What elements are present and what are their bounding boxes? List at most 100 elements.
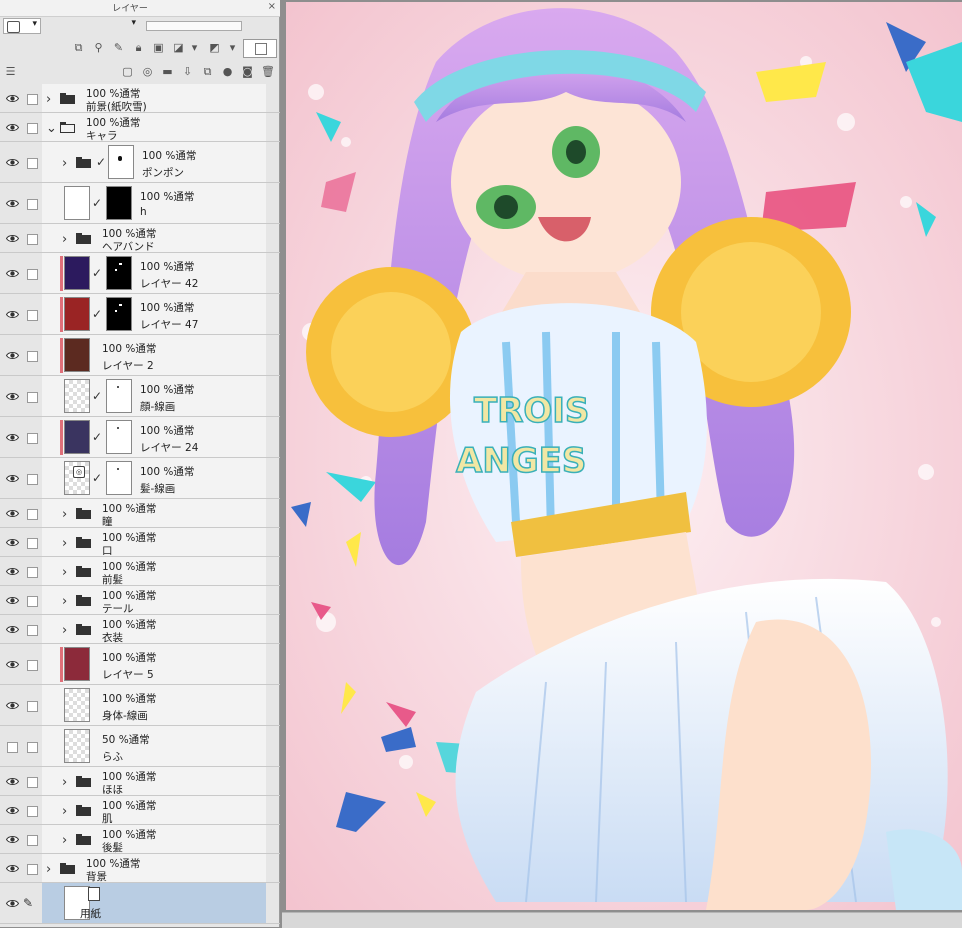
canvas[interactable]: TROIS ANGES [286, 2, 962, 910]
mask-thumbnail[interactable] [106, 297, 132, 331]
layer-row[interactable]: › 100 %通常肌 [0, 796, 280, 825]
panel-titlebar[interactable]: レイヤー × [0, 0, 280, 17]
eye-icon[interactable] [6, 538, 19, 547]
eye-icon[interactable] [6, 94, 19, 103]
blend-mode-dropdown[interactable]: ▾ [3, 18, 41, 34]
edit-target-checkbox[interactable] [27, 392, 38, 403]
eye-icon[interactable] [6, 835, 19, 844]
layer-row[interactable]: 100 %通常 身体-線画 [0, 685, 280, 726]
layer-row[interactable]: › 100 %通常口 [0, 528, 280, 557]
layer-thumbnail[interactable] [64, 186, 90, 220]
chevron-down-icon[interactable]: ▾ [188, 41, 201, 54]
mode-select[interactable]: ▾ [44, 18, 140, 34]
visibility-toggle[interactable] [7, 742, 18, 753]
chevron-down-icon[interactable]: ▾ [226, 41, 239, 54]
eye-icon[interactable] [6, 351, 19, 360]
layer-row[interactable]: › 100 %通常 背景 [0, 854, 280, 883]
edit-target-checkbox[interactable] [27, 864, 38, 875]
clip-icon[interactable]: ⧉ [72, 41, 85, 54]
opacity-slider[interactable] [146, 21, 242, 31]
eye-icon[interactable] [6, 269, 19, 278]
layer-row[interactable]: › 100 %通常 衣装 [0, 615, 280, 644]
chevron-right-icon[interactable]: › [62, 594, 67, 609]
eye-icon[interactable] [6, 123, 19, 132]
layer-row[interactable]: › 100 %通常 後髪 [0, 825, 280, 854]
edit-target-checkbox[interactable] [27, 94, 38, 105]
eye-icon[interactable] [6, 158, 19, 167]
eye-icon[interactable] [6, 474, 19, 483]
lock-icon[interactable]: 🔒︎ [132, 41, 145, 54]
layer-row[interactable]: ⌄ 100 %通常 キャラ [0, 113, 280, 142]
chevron-right-icon[interactable]: › [62, 156, 67, 171]
layer-row[interactable]: › 100 %通常 テール [0, 586, 280, 615]
panel-menu-icon[interactable]: ☰ [4, 65, 17, 78]
canvas-area[interactable]: TROIS ANGES [282, 0, 962, 927]
edit-target-checkbox[interactable] [27, 625, 38, 636]
eye-icon[interactable] [6, 625, 19, 634]
eye-icon[interactable] [6, 310, 19, 319]
transfer-down-icon[interactable]: ⇩ [181, 65, 194, 78]
edit-target-checkbox[interactable] [27, 835, 38, 846]
mask-thumbnail[interactable] [106, 461, 132, 495]
layer-thumbnail[interactable] [64, 729, 90, 763]
eye-icon[interactable] [6, 509, 19, 518]
layer-row[interactable]: ✎ 用紙 [0, 883, 280, 924]
apply-mask-icon[interactable]: ◙ [241, 65, 254, 78]
eye-icon[interactable] [6, 596, 19, 605]
layer-thumbnail[interactable] [64, 297, 90, 331]
chevron-right-icon[interactable]: › [62, 232, 67, 247]
new-vector-layer-icon[interactable]: ◎ [141, 65, 154, 78]
layer-row[interactable]: › 100 %通常 前髪 [0, 557, 280, 586]
mask-thumbnail[interactable] [106, 256, 132, 290]
chevron-right-icon[interactable]: › [62, 565, 67, 580]
close-icon[interactable]: × [268, 1, 276, 12]
chevron-right-icon[interactable]: › [62, 507, 67, 522]
layer-row[interactable]: ◎ ✓ 100 %通常 髪-線画 [0, 458, 280, 499]
layer-row[interactable]: › ✓ 100 %通常 ポンポン [0, 142, 280, 183]
new-folder-icon[interactable]: ▬ [161, 65, 174, 78]
layer-thumbnail[interactable] [64, 647, 90, 681]
edit-target-checkbox[interactable] [27, 701, 38, 712]
layer-thumbnail[interactable] [64, 338, 90, 372]
edit-target-checkbox[interactable] [27, 538, 38, 549]
edit-target-checkbox[interactable] [27, 660, 38, 671]
create-mask-icon[interactable]: ● [221, 65, 234, 78]
eye-icon[interactable] [6, 777, 19, 786]
combine-down-icon[interactable]: ⧉ [201, 65, 214, 78]
edit-target-checkbox[interactable] [27, 777, 38, 788]
chevron-right-icon[interactable]: › [62, 536, 67, 551]
layer-row[interactable]: ✓ 100 %通常 レイヤー 42 [0, 253, 280, 294]
layer-row[interactable]: ✓ 100 %通常 顔-線画 [0, 376, 280, 417]
mask-enable-icon[interactable]: ◪ [172, 41, 185, 54]
eye-icon[interactable] [6, 660, 19, 669]
edit-target-checkbox[interactable] [27, 269, 38, 280]
edit-target-checkbox[interactable] [27, 123, 38, 134]
eye-icon[interactable] [6, 806, 19, 815]
chevron-right-icon[interactable]: › [62, 623, 67, 638]
mask-thumbnail[interactable] [106, 420, 132, 454]
layer-row[interactable]: › 100 %通常 ほほ [0, 767, 280, 796]
layer-row[interactable]: ✓ 100 %通常 レイヤー 24 [0, 417, 280, 458]
mask-thumbnail[interactable] [108, 145, 134, 179]
layer-thumbnail[interactable] [64, 420, 90, 454]
eye-icon[interactable] [6, 199, 19, 208]
edit-target-checkbox[interactable] [27, 742, 38, 753]
draft-icon[interactable]: ✎ [112, 41, 125, 54]
edit-target-checkbox[interactable] [27, 567, 38, 578]
edit-target-checkbox[interactable] [27, 234, 38, 245]
eye-icon[interactable] [6, 864, 19, 873]
eye-icon[interactable] [6, 433, 19, 442]
layer-row[interactable]: 100 %通常 レイヤー 5 [0, 644, 280, 685]
layer-color-box[interactable] [243, 39, 277, 58]
layer-thumbnail[interactable]: ◎ [64, 461, 90, 495]
chevron-right-icon[interactable]: › [62, 775, 67, 790]
edit-target-checkbox[interactable] [27, 351, 38, 362]
layer-row[interactable]: ✓ 100 %通常 h [0, 183, 280, 224]
canvas-horizontal-scrollbar[interactable] [282, 912, 962, 928]
edit-target-checkbox[interactable] [27, 596, 38, 607]
edit-target-checkbox[interactable] [27, 158, 38, 169]
layer-row[interactable]: 100 %通常 レイヤー 2 [0, 335, 280, 376]
reference-icon[interactable]: ⚲ [92, 41, 105, 54]
chevron-right-icon[interactable]: › [62, 833, 67, 848]
edit-target-checkbox[interactable] [27, 509, 38, 520]
